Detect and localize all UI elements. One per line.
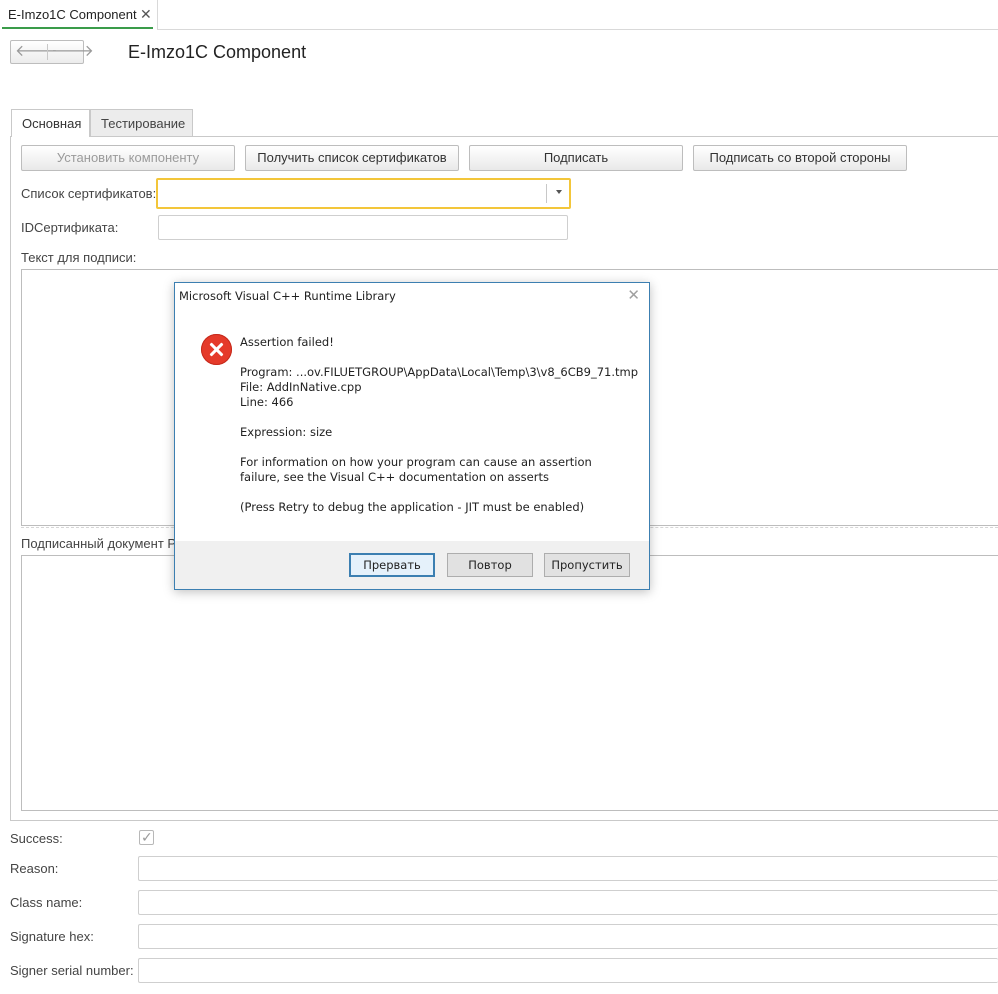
dialog-file: File: AddInNative.cpp xyxy=(240,380,362,394)
success-checkbox[interactable]: ✓ xyxy=(139,829,154,845)
install-component-button[interactable]: Установить компоненту xyxy=(21,145,235,171)
signed-document-textarea[interactable] xyxy=(21,555,998,811)
sign-button[interactable]: Подписать xyxy=(469,145,683,171)
assertion-dialog: Microsoft Visual C++ Runtime Library ✕ A… xyxy=(174,282,650,590)
checkmark-icon: ✓ xyxy=(141,829,153,845)
document-tab[interactable]: E-Imzo1C Component ✕ xyxy=(0,0,158,30)
nav-divider xyxy=(47,44,48,60)
class-name-label: Class name: xyxy=(10,895,83,910)
close-icon[interactable]: ✕ xyxy=(140,6,152,22)
ignore-button[interactable]: Пропустить xyxy=(544,553,630,577)
active-tab-indicator xyxy=(2,27,153,29)
retry-button[interactable]: Повтор xyxy=(447,553,533,577)
dialog-title: Microsoft Visual C++ Runtime Library xyxy=(179,289,396,303)
dialog-info-1: For information on how your program can … xyxy=(240,455,592,469)
signer-serial-label: Signer serial number: xyxy=(10,963,134,978)
chevron-down-icon[interactable] xyxy=(556,190,562,194)
signed-document-label: Подписанный документ P xyxy=(21,536,177,551)
signature-hex-label: Signature hex: xyxy=(10,929,94,944)
signature-hex-field[interactable] xyxy=(138,924,998,949)
signer-serial-field[interactable] xyxy=(138,958,998,983)
dialog-heading: Assertion failed! xyxy=(240,335,334,349)
dialog-line: Line: 466 xyxy=(240,395,294,409)
reason-label: Reason: xyxy=(10,861,59,876)
combo-divider xyxy=(546,184,547,203)
text-to-sign-label: Текст для подписи: xyxy=(21,250,137,265)
tab-main[interactable]: Основная xyxy=(11,109,90,137)
cert-list-select[interactable] xyxy=(156,178,571,209)
document-tab-strip: E-Imzo1C Component ✕ xyxy=(0,0,998,30)
dialog-info-2: failure, see the Visual C++ documentatio… xyxy=(240,470,549,484)
cert-list-label: Список сертификатов: xyxy=(21,186,157,201)
cert-id-field[interactable] xyxy=(158,215,568,240)
abort-button[interactable]: Прервать xyxy=(349,553,435,577)
dialog-program: Program: ...ov.FILUETGROUP\AppData\Local… xyxy=(240,365,639,379)
dialog-retry-hint: (Press Retry to debug the application - … xyxy=(240,500,585,514)
cosign-button[interactable]: Подписать со второй стороны xyxy=(693,145,907,171)
error-icon xyxy=(201,334,232,365)
page-title: E-Imzo1C Component xyxy=(128,42,307,62)
dialog-expression: Expression: size xyxy=(240,425,333,439)
class-name-field[interactable] xyxy=(138,890,998,915)
tab-testing[interactable]: Тестирование xyxy=(90,109,193,136)
success-label: Success: xyxy=(10,831,63,846)
navigation-buttons: 🡐 🡒 xyxy=(10,40,94,64)
get-certificates-button[interactable]: Получить список сертификатов xyxy=(245,145,459,171)
cert-id-label: IDСертификата: xyxy=(21,220,119,235)
close-icon[interactable]: ✕ xyxy=(627,286,640,304)
document-tab-label: E-Imzo1C Component xyxy=(8,7,137,22)
arrow-left-icon[interactable]: 🡐 xyxy=(15,43,58,61)
reason-field[interactable] xyxy=(138,856,998,881)
arrow-right-icon[interactable]: 🡒 xyxy=(51,43,94,61)
